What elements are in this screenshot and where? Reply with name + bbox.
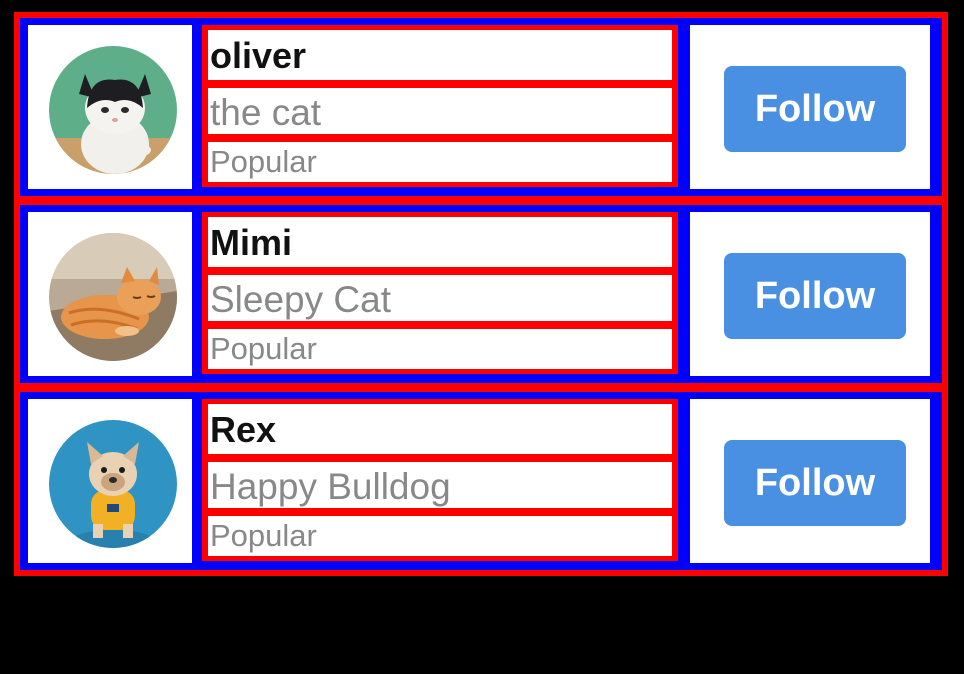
user-name: oliver xyxy=(210,35,307,76)
user-name: Rex xyxy=(210,409,277,450)
user-info: Mimi Sleepy Cat Popular xyxy=(200,212,682,376)
avatar[interactable] xyxy=(49,46,177,174)
avatar[interactable] xyxy=(49,420,177,548)
name-box: Mimi xyxy=(202,212,678,272)
user-badge: Popular xyxy=(210,144,317,179)
user-badge: Popular xyxy=(210,331,317,366)
user-card: Mimi Sleepy Cat Popular Follow xyxy=(14,199,948,389)
follow-button[interactable]: Follow xyxy=(724,440,906,526)
follow-button[interactable]: Follow xyxy=(724,66,906,152)
user-card-frame: Rex Happy Bulldog Popular Follow xyxy=(20,392,942,570)
badge-box: Popular xyxy=(202,511,678,561)
action-cell: Follow xyxy=(690,25,930,189)
user-info: Rex Happy Bulldog Popular xyxy=(200,399,682,563)
user-subtitle: the cat xyxy=(210,92,322,133)
name-box: Rex xyxy=(202,399,678,459)
follow-button[interactable]: Follow xyxy=(724,253,906,339)
badge-box: Popular xyxy=(202,137,678,187)
dog-avatar-icon xyxy=(49,420,177,548)
subtitle-box: the cat xyxy=(202,83,678,139)
cat-avatar-icon xyxy=(49,46,177,174)
user-badge: Popular xyxy=(210,518,317,553)
action-cell: Follow xyxy=(690,212,930,376)
user-card-frame: oliver the cat Popular Follow xyxy=(20,18,942,196)
user-card-frame: Mimi Sleepy Cat Popular Follow xyxy=(20,205,942,383)
user-subtitle: Happy Bulldog xyxy=(210,466,451,507)
action-cell: Follow xyxy=(690,399,930,563)
subtitle-box: Happy Bulldog xyxy=(202,457,678,513)
avatar-cell xyxy=(28,399,192,563)
subtitle-box: Sleepy Cat xyxy=(202,270,678,326)
user-card: oliver the cat Popular Follow xyxy=(14,12,948,202)
avatar-cell xyxy=(28,212,192,376)
user-subtitle: Sleepy Cat xyxy=(210,279,391,320)
user-card: Rex Happy Bulldog Popular Follow xyxy=(14,386,948,576)
name-box: oliver xyxy=(202,25,678,85)
avatar[interactable] xyxy=(49,233,177,361)
user-name: Mimi xyxy=(210,222,293,263)
user-info: oliver the cat Popular xyxy=(200,25,682,189)
avatar-cell xyxy=(28,25,192,189)
cat-avatar-icon xyxy=(49,233,177,361)
badge-box: Popular xyxy=(202,324,678,374)
